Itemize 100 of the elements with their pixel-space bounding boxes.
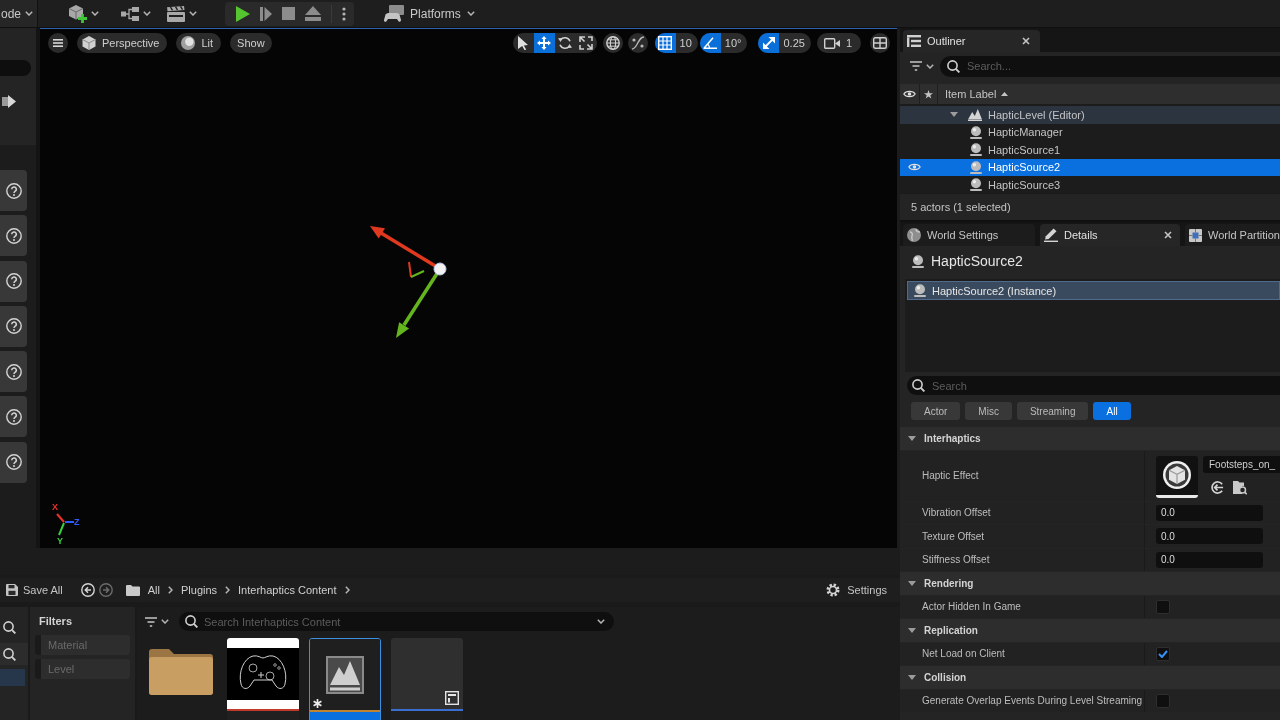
platforms-button[interactable]: Platforms: [380, 2, 479, 25]
rotation-snap-toggle[interactable]: [699, 33, 721, 53]
rotation-snap-value[interactable]: 10°: [720, 33, 748, 53]
checkbox[interactable]: [1156, 646, 1170, 661]
x-axis-arrow[interactable]: [370, 226, 438, 269]
more-options-icon[interactable]: [342, 6, 347, 21]
perspective-button[interactable]: Perspective: [77, 33, 168, 53]
item-tile[interactable]: [0, 260, 27, 302]
panel-tab[interactable]: Details: [1040, 224, 1180, 246]
grid-snap-value[interactable]: 10: [675, 33, 698, 53]
play-icon[interactable]: [236, 5, 251, 22]
filter-tab[interactable]: Misc: [965, 402, 1012, 420]
tree-row[interactable]: HapticLevel (Editor): [900, 106, 1280, 124]
component-row[interactable]: HapticSource2 (Instance): [907, 281, 1280, 300]
actor-count-label: 5 actors (1 selected): [911, 201, 1011, 213]
tree-row[interactable]: HapticManager: [900, 123, 1280, 141]
eye-icon[interactable]: [908, 163, 921, 172]
checkbox[interactable]: [1156, 693, 1170, 708]
asset-tile[interactable]: [309, 638, 381, 720]
axis-indicator-y: Y: [57, 522, 65, 546]
category-header[interactable]: Collision: [900, 666, 1280, 689]
step-forward-icon[interactable]: [260, 6, 273, 21]
search-field[interactable]: Search...: [940, 55, 1280, 77]
close-icon[interactable]: [1022, 37, 1030, 45]
category-header[interactable]: Replication: [900, 619, 1280, 642]
tree-row[interactable]: HapticSource3: [900, 176, 1280, 193]
y-axis-arrow[interactable]: [396, 271, 440, 338]
menu-icon: [53, 39, 63, 47]
help-icon: [5, 273, 22, 290]
filter-button[interactable]: [145, 616, 169, 627]
tree-row[interactable]: HapticSource1: [900, 141, 1280, 159]
collapse-arrow-icon[interactable]: [950, 112, 958, 118]
category-header[interactable]: Rendering: [900, 572, 1280, 595]
caret-icon[interactable]: [597, 619, 605, 624]
mode-dropdown[interactable]: ode: [0, 0, 39, 27]
search-button[interactable]: [0, 643, 28, 665]
grid-snap-toggle[interactable]: [654, 33, 676, 53]
show-button[interactable]: Show: [230, 33, 272, 53]
camera-speed-button[interactable]: 1: [816, 33, 861, 53]
folder-icon[interactable]: [125, 584, 140, 596]
checkbox[interactable]: [1156, 599, 1170, 614]
item-tile[interactable]: [0, 441, 27, 483]
layout-button[interactable]: [870, 33, 890, 53]
tree-row[interactable]: HapticSource2: [900, 158, 1280, 176]
help-icon: [5, 318, 22, 335]
filter-button[interactable]: [910, 61, 934, 71]
asset-picker-field[interactable]: Footsteps_on_: [1203, 455, 1280, 473]
column-header[interactable]: Item Label: [938, 88, 1009, 100]
panel-tab[interactable]: World Settings: [903, 224, 1035, 246]
world-space-button[interactable]: [602, 33, 623, 53]
search-field[interactable]: Search Interhaptics Content: [179, 612, 614, 631]
scale-arrows-icon: [579, 36, 594, 50]
chevron-right-icon[interactable]: [168, 586, 173, 594]
panel-tab[interactable]: Outliner: [903, 30, 1040, 52]
item-tile[interactable]: [0, 396, 27, 438]
search-field[interactable]: Search: [907, 376, 1280, 395]
lit-button[interactable]: Lit: [176, 33, 222, 53]
chevron-right-icon[interactable]: [225, 586, 231, 594]
pivot-sphere[interactable]: [433, 262, 447, 276]
plane-handle[interactable]: [408, 261, 425, 278]
number-field[interactable]: 0.0: [1156, 528, 1263, 545]
filter-tab[interactable]: Actor: [911, 402, 961, 420]
surface-snap-button[interactable]: [627, 33, 648, 53]
play-box-icon[interactable]: [2, 95, 16, 108]
category-header[interactable]: Interhaptics: [900, 427, 1280, 450]
panel-tab[interactable]: World Partition: [1185, 224, 1280, 246]
item-tile[interactable]: [0, 215, 27, 257]
arrow-circle-icon[interactable]: [1211, 480, 1224, 494]
asset-tile[interactable]: [227, 638, 299, 720]
save-all-button[interactable]: Save All: [2, 580, 67, 600]
scale-snap-value[interactable]: 0.25: [779, 33, 811, 53]
pencil-icon: [1044, 228, 1058, 242]
number-field[interactable]: 0.0: [1156, 551, 1263, 568]
chevron-right-icon[interactable]: [344, 586, 350, 594]
number-field[interactable]: 0.0: [1156, 504, 1263, 521]
grid-square-icon: [1189, 228, 1202, 242]
property-label: Haptic Effect: [922, 470, 979, 481]
folder-search-icon[interactable]: [1233, 479, 1247, 495]
item-tile[interactable]: [0, 351, 27, 393]
stop-icon[interactable]: [282, 7, 296, 20]
filter-tab[interactable]: All: [1093, 402, 1131, 420]
asset-tile[interactable]: [391, 638, 463, 720]
checkmark-icon: [1158, 649, 1168, 658]
menu-button[interactable]: [48, 33, 68, 53]
eject-icon[interactable]: [305, 6, 322, 21]
breadcrumb-link[interactable]: All: [139, 584, 168, 596]
property-label: Texture Offset: [922, 530, 985, 542]
item-tile[interactable]: [0, 170, 27, 211]
settings-button[interactable]: Settings: [822, 580, 891, 600]
asset-thumbnail[interactable]: [1156, 455, 1198, 498]
filters-title: Filters: [39, 615, 73, 627]
scale-snap-toggle[interactable]: [758, 33, 780, 53]
search-icon[interactable]: [3, 620, 16, 634]
translate-tool-button[interactable]: [533, 33, 555, 53]
breadcrumb-link[interactable]: Interhaptics Content: [230, 584, 345, 596]
filter-tab[interactable]: Streaming: [1016, 402, 1089, 420]
breadcrumb-link[interactable]: Plugins: [173, 584, 226, 596]
item-tile[interactable]: [0, 305, 27, 347]
sphere-icon: [181, 36, 196, 50]
close-icon[interactable]: [1164, 231, 1172, 239]
